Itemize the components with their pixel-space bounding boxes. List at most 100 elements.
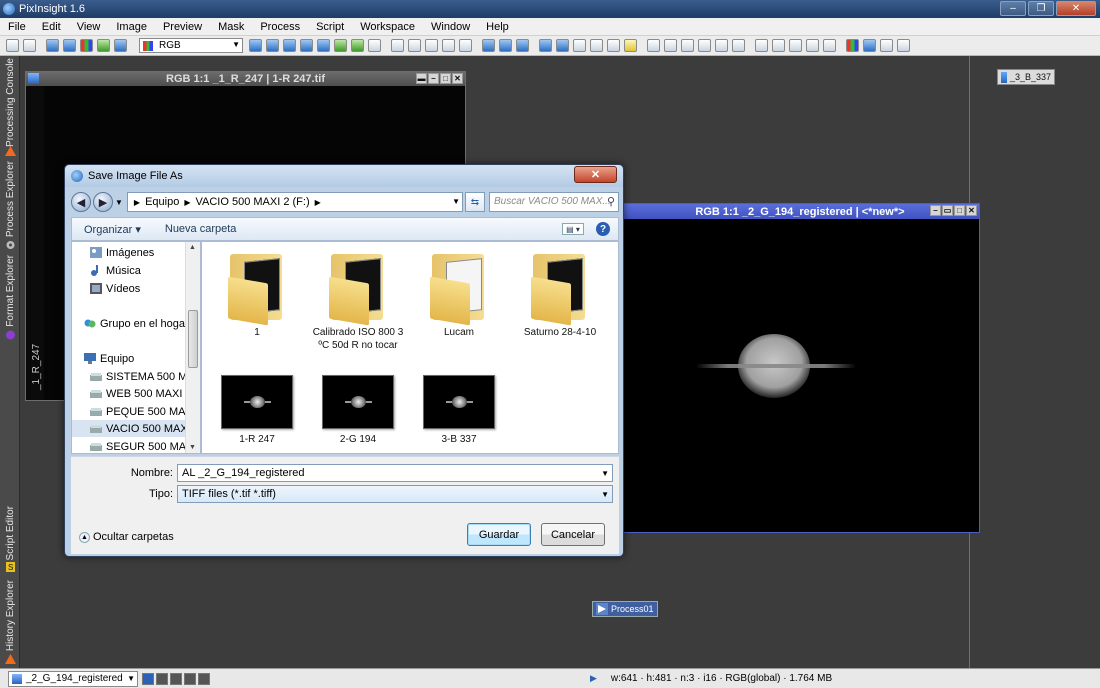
minimize-button[interactable]: – xyxy=(1000,1,1026,16)
channel-rgb-icon[interactable] xyxy=(249,39,262,52)
preview-delete-icon[interactable] xyxy=(516,39,529,52)
shade-button[interactable]: ▬ xyxy=(416,73,427,84)
close-button[interactable]: ✕ xyxy=(1056,1,1096,16)
scroll-up-icon[interactable]: ▲ xyxy=(189,244,196,251)
menu-edit[interactable]: Edit xyxy=(34,18,69,36)
image-file-item[interactable]: 2-G 194 xyxy=(308,375,408,446)
iconized-image[interactable]: _3_B_337 xyxy=(997,69,1055,85)
recent-locations-icon[interactable]: ▼ xyxy=(115,198,123,207)
tab-script-editor[interactable]: Script Editor S xyxy=(2,506,18,572)
process-icon[interactable]: Process01 xyxy=(592,601,658,617)
channel-icon[interactable] xyxy=(198,672,210,685)
mask-select-icon[interactable] xyxy=(624,39,637,52)
redo-icon[interactable] xyxy=(351,39,364,52)
restore-button[interactable]: ❐ xyxy=(1028,1,1054,16)
preferences-icon[interactable] xyxy=(880,39,893,52)
readout-icon[interactable] xyxy=(442,39,455,52)
mask-enable-icon[interactable] xyxy=(607,39,620,52)
maximize-button[interactable]: □ xyxy=(440,73,451,84)
organize-button[interactable]: Organizar ▾ xyxy=(72,223,153,236)
duplicate-icon[interactable] xyxy=(63,39,76,52)
folder-item[interactable]: Lucam xyxy=(409,250,509,339)
extract-icon[interactable] xyxy=(97,39,110,52)
color-space-select[interactable]: RGB ▼ xyxy=(139,38,243,53)
forward-button[interactable]: ▶ xyxy=(93,192,113,212)
menu-preview[interactable]: Preview xyxy=(155,18,210,36)
zoom-out-icon[interactable] xyxy=(408,39,421,52)
view-id-tab[interactable]: _1_R_247 xyxy=(28,90,44,390)
process-console-icon[interactable] xyxy=(806,39,819,52)
new-folder-button[interactable]: Nueva carpeta xyxy=(153,223,249,235)
dialog-close-button[interactable]: ✕ xyxy=(574,166,617,183)
script-icon[interactable] xyxy=(823,39,836,52)
scroll-thumb[interactable] xyxy=(188,310,198,368)
zoom-icon[interactable] xyxy=(425,39,438,52)
exit-icon[interactable] xyxy=(897,39,910,52)
process-icons-icon[interactable] xyxy=(755,39,768,52)
nav-item-homegroup[interactable]: Grupo en el hogar xyxy=(84,315,198,332)
menu-script[interactable]: Script xyxy=(308,18,352,36)
zoom-in-fit-icon[interactable] xyxy=(300,39,313,52)
tab-history-explorer[interactable]: History Explorer xyxy=(2,580,18,664)
file-name-field[interactable]: AL _2_G_194_registered ▼ xyxy=(177,464,613,482)
file-type-select[interactable]: TIFF files (*.tif *.tiff) ▼ xyxy=(177,485,613,503)
channel-icon[interactable] xyxy=(170,672,182,685)
image-window-2-titlebar[interactable]: RGB 1:1 _2_G_194_registered | <*new*> – … xyxy=(621,204,979,219)
image-canvas-2[interactable] xyxy=(621,219,979,532)
view-selector[interactable]: _2_G_194_registered ▼ xyxy=(8,670,138,687)
image-file-item[interactable]: 1-R 247 xyxy=(207,375,307,446)
chevron-down-icon[interactable]: ▼ xyxy=(452,197,460,206)
preview-new-icon[interactable] xyxy=(482,39,495,52)
undo-icon[interactable] xyxy=(334,39,347,52)
window-arrange-icon[interactable] xyxy=(715,39,728,52)
help-icon[interactable]: ? xyxy=(596,222,610,236)
workspace-icon[interactable] xyxy=(863,39,876,52)
mask-invert-icon[interactable] xyxy=(590,39,603,52)
zoom-in-icon[interactable] xyxy=(391,39,404,52)
pan-icon[interactable] xyxy=(459,39,472,52)
stf-icon[interactable] xyxy=(539,39,552,52)
nav-scrollbar[interactable]: ▲ ▼ xyxy=(185,242,200,453)
address-bar[interactable]: ▶ Equipo ▶ VACIO 500 MAXI 2 (F:) ▶ ▼ xyxy=(126,192,463,212)
open-file-icon[interactable] xyxy=(23,39,36,52)
restore-button[interactable]: ▭ xyxy=(942,205,953,216)
window-close-icon[interactable] xyxy=(732,39,745,52)
breadcrumb-drive[interactable]: VACIO 500 MAXI 2 (F:) xyxy=(196,196,310,208)
save-icon[interactable] xyxy=(46,39,59,52)
menu-process[interactable]: Process xyxy=(252,18,308,36)
menu-mask[interactable]: Mask xyxy=(210,18,252,36)
image-window-1-titlebar[interactable]: RGB 1:1 _1_R_247 | 1-R 247.tif ▬ – □ ✕ xyxy=(26,72,465,86)
rgb-channels-icon[interactable] xyxy=(80,39,93,52)
window-tile-icon[interactable] xyxy=(664,39,677,52)
menu-file[interactable]: File xyxy=(0,18,34,36)
folder-item[interactable]: Saturno 28-4-10 xyxy=(510,250,610,339)
image-window-2[interactable]: RGB 1:1 _2_G_194_registered | <*new*> – … xyxy=(620,203,980,533)
save-button[interactable]: Guardar xyxy=(467,523,531,546)
view-options-icon[interactable]: ▤ ▾ xyxy=(562,223,584,235)
chevron-down-icon[interactable]: ▼ xyxy=(601,469,609,478)
image-file-item[interactable]: 3-B 337 xyxy=(409,375,509,446)
cancel-button[interactable]: Cancelar xyxy=(541,523,605,546)
color-palette-icon[interactable] xyxy=(846,39,859,52)
refresh-button[interactable]: ⇆ xyxy=(465,192,485,212)
close-button[interactable]: ✕ xyxy=(452,73,463,84)
tab-processing-console[interactable]: Processing Console xyxy=(2,58,18,156)
channel-icon[interactable] xyxy=(184,672,196,685)
scroll-down-icon[interactable]: ▼ xyxy=(189,444,196,451)
minimize-button[interactable]: – xyxy=(930,205,941,216)
menu-window[interactable]: Window xyxy=(423,18,478,36)
window-cascade-icon[interactable] xyxy=(647,39,660,52)
process-container-icon[interactable] xyxy=(772,39,785,52)
folder-item[interactable]: 1 xyxy=(207,250,307,339)
tab-process-explorer[interactable]: Process Explorer xyxy=(2,160,18,249)
menu-image[interactable]: Image xyxy=(108,18,155,36)
auto-stf-icon[interactable] xyxy=(556,39,569,52)
process-explorer-icon[interactable] xyxy=(789,39,802,52)
folder-item[interactable]: Calibrado ISO 800 3 ºC 50d R no tocar xyxy=(308,250,408,352)
close-button[interactable]: ✕ xyxy=(966,205,977,216)
channel-icon[interactable] xyxy=(156,672,168,685)
pointer-icon[interactable] xyxy=(368,39,381,52)
zoom-fit-icon[interactable] xyxy=(266,39,279,52)
window-deiconize-icon[interactable] xyxy=(698,39,711,52)
play-icon[interactable]: ▶ xyxy=(590,673,597,684)
